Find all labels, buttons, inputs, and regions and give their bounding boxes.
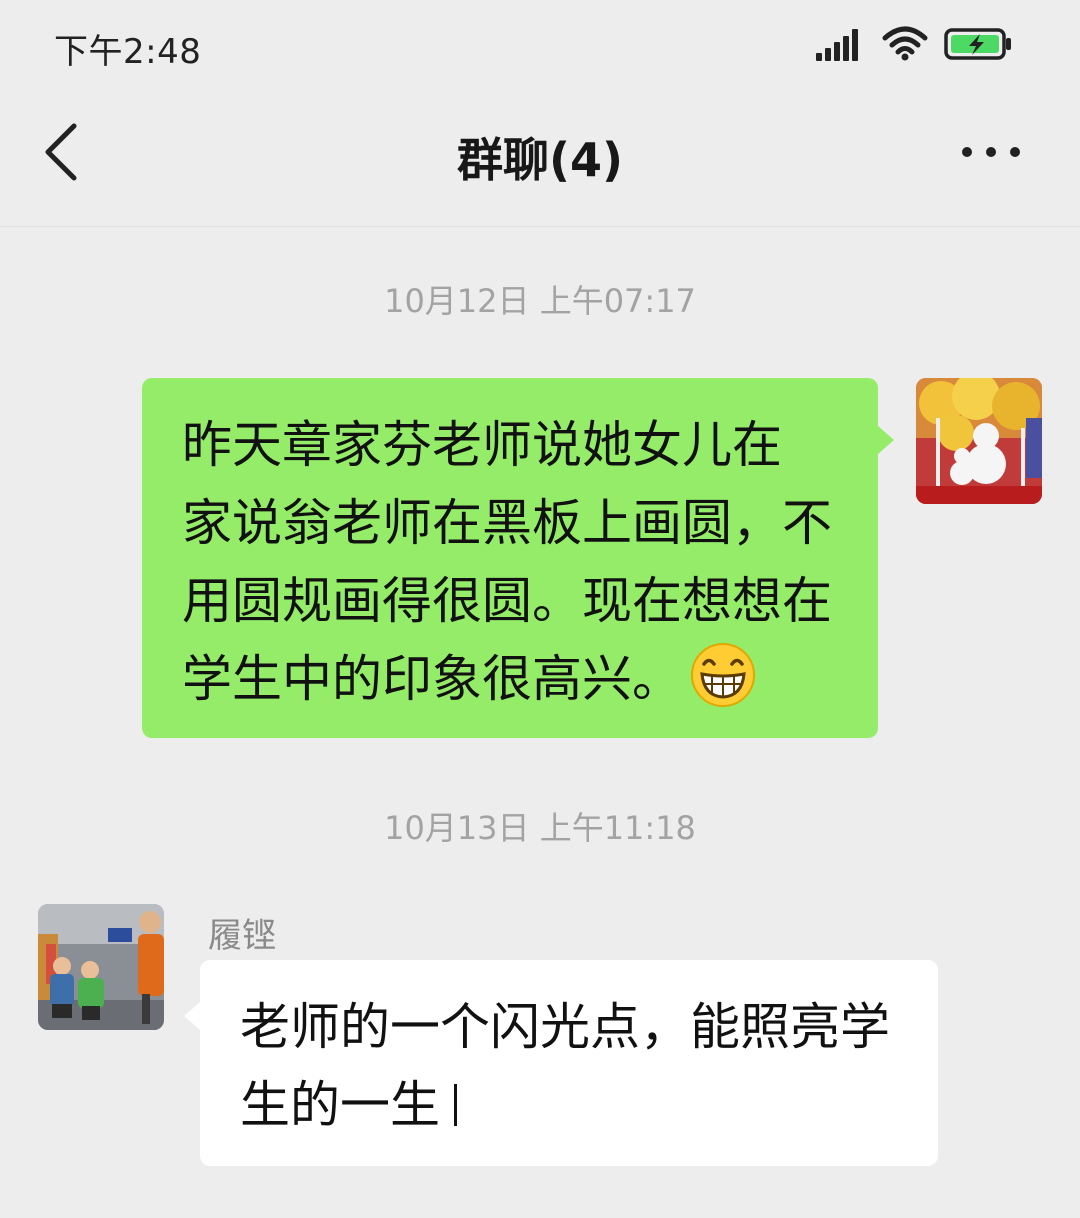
avatar-children-photo <box>38 904 164 1030</box>
message-timestamp: 10月12日 上午07:17 <box>384 282 696 320</box>
message-line-with-emoji: 学生中的印象很高兴。 <box>182 640 842 718</box>
chat-title: 群聊(4) <box>456 133 624 187</box>
avatar[interactable] <box>38 904 164 1030</box>
message-line-text: 学生中的印象很高兴。 <box>182 650 682 708</box>
status-bar: 下午2:48 <box>0 0 1080 90</box>
message-line: 家说翁老师在黑板上画圆，不 <box>182 494 832 552</box>
message-line: 老师的一个闪光点，能照亮学 <box>240 998 890 1056</box>
more-dots-icon <box>962 147 1020 157</box>
more-options-button[interactable] <box>958 130 1024 174</box>
message-line: 用圆规画得很圆。现在想想在 <box>182 572 832 630</box>
text-cursor <box>454 1084 457 1126</box>
wifi-icon <box>882 26 928 66</box>
chat-header: 群聊(4) <box>0 90 1080 227</box>
outgoing-message-bubble[interactable]: 昨天章家芬老师说她女儿在 家说翁老师在黑板上画圆，不 用圆规画得很圆。现在想想在… <box>142 378 894 738</box>
message-line-with-caret: 生的一生 <box>240 1066 908 1144</box>
avatar-snowmen-photo <box>916 378 1042 504</box>
grinning-face-icon <box>690 642 756 708</box>
battery-charging-icon <box>944 28 1014 64</box>
sender-name: 履铿 <box>208 916 276 956</box>
message-line-text: 生的一生 <box>240 1076 440 1134</box>
status-time: 下午2:48 <box>54 32 202 72</box>
message-timestamp: 10月13日 上午11:18 <box>384 809 696 847</box>
status-icons <box>816 26 1014 66</box>
message-line: 昨天章家芬老师说她女儿在 <box>182 416 782 474</box>
incoming-message-bubble[interactable]: 老师的一个闪光点，能照亮学 生的一生 <box>184 960 938 1166</box>
avatar[interactable] <box>916 378 1042 504</box>
signal-bars-icon <box>816 27 866 65</box>
